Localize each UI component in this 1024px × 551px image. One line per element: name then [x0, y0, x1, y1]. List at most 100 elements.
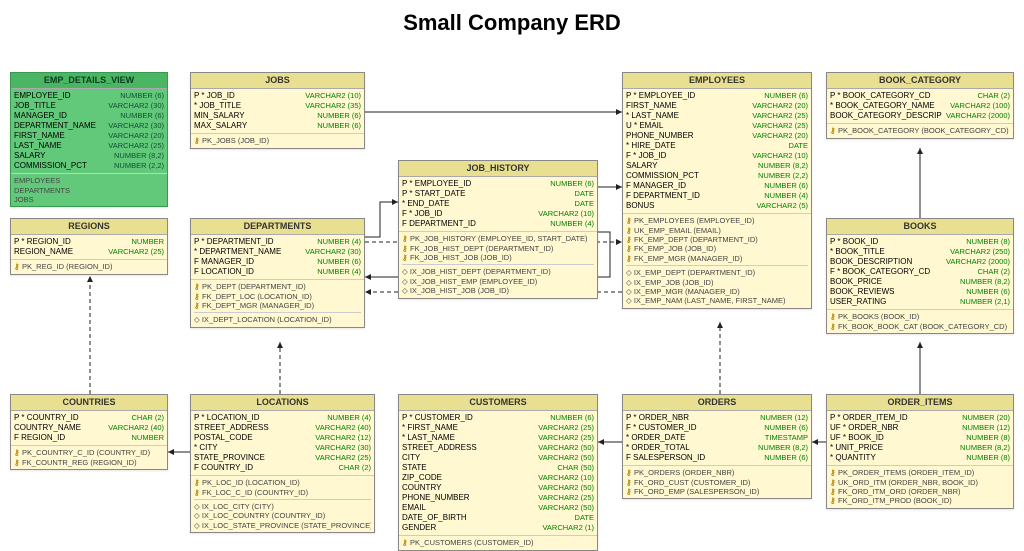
column-row: P * DEPARTMENT_IDNUMBER (4) — [194, 237, 361, 247]
column-row: DEPARTMENT_NAMEVARCHAR2 (30) — [14, 121, 164, 131]
entity-keys: ⚷PK_DEPT (DEPARTMENT_ID)⚷FK_DEPT_LOC (LO… — [191, 280, 364, 327]
column-row: UF * BOOK_IDNUMBER (8) — [830, 433, 1010, 443]
column-row: P * REGION_IDNUMBER — [14, 237, 164, 247]
column-row: P * BOOK_CATEGORY_CDCHAR (2) — [830, 91, 1010, 101]
column-row: * ORDER_TOTALNUMBER (8,2) — [626, 443, 808, 453]
column-row: * LAST_NAMEVARCHAR2 (25) — [402, 433, 594, 443]
entity-columns: P * EMPLOYEE_IDNUMBER (6)P * START_DATED… — [399, 177, 597, 232]
column-row: F LOCATION_IDNUMBER (4) — [194, 267, 361, 277]
entity-header: BOOKS — [827, 219, 1013, 235]
column-row: P * EMPLOYEE_IDNUMBER (6) — [402, 179, 594, 189]
column-row: CITYVARCHAR2 (50) — [402, 453, 594, 463]
entity-keys: ⚷PK_LOC_ID (LOCATION_ID)⚷FK_LOC_C_ID (CO… — [191, 476, 374, 532]
column-row: F COUNTRY_IDCHAR (2) — [194, 463, 371, 473]
column-row: REGION_NAMEVARCHAR2 (25) — [14, 247, 164, 257]
entity-header: REGIONS — [11, 219, 167, 235]
column-row: * LAST_NAMEVARCHAR2 (25) — [626, 111, 808, 121]
entity-locations[interactable]: LOCATIONSP * LOCATION_IDNUMBER (4) STREE… — [190, 394, 375, 533]
column-row: F MANAGER_IDNUMBER (6) — [194, 257, 361, 267]
column-row: UF * ORDER_NBRNUMBER (12) — [830, 423, 1010, 433]
entity-keys: ⚷PK_EMPLOYEES (EMPLOYEE_ID)⚷UK_EMP_EMAIL… — [623, 214, 811, 307]
entity-emp_details_view[interactable]: EMP_DETAILS_VIEWEMPLOYEE_IDNUMBER (6)JOB… — [10, 72, 168, 207]
entity-customers[interactable]: CUSTOMERSP * CUSTOMER_IDNUMBER (6)* FIRS… — [398, 394, 598, 551]
column-row: F * JOB_IDVARCHAR2 (10) — [402, 209, 594, 219]
column-row: * FIRST_NAMEVARCHAR2 (25) — [402, 423, 594, 433]
entity-countries[interactable]: COUNTRIESP * COUNTRY_IDCHAR (2) COUNTRY_… — [10, 394, 168, 470]
entity-keys: ⚷PK_ORDERS (ORDER_NBR)⚷FK_ORD_CUST (CUST… — [623, 466, 811, 498]
column-row: COUNTRY_NAMEVARCHAR2 (40) — [14, 423, 164, 433]
entity-keys: ⚷PK_JOBS (JOB_ID) — [191, 134, 364, 147]
column-row: STREET_ADDRESSVARCHAR2 (40) — [194, 423, 371, 433]
entity-job_history[interactable]: JOB_HISTORYP * EMPLOYEE_IDNUMBER (6)P * … — [398, 160, 598, 299]
column-row: SALARYNUMBER (8,2) — [626, 161, 808, 171]
entity-columns: P * REGION_IDNUMBER REGION_NAMEVARCHAR2 … — [11, 235, 167, 260]
entity-header: JOBS — [191, 73, 364, 89]
column-row: BOOK_REVIEWSNUMBER (6) — [830, 287, 1010, 297]
entity-keys: ⚷PK_BOOK_CATEGORY (BOOK_CATEGORY_CD) — [827, 124, 1013, 137]
column-row: F SALESPERSON_IDNUMBER (6) — [626, 453, 808, 463]
entity-header: COUNTRIES — [11, 395, 167, 411]
diagram-canvas: EMP_DETAILS_VIEWEMPLOYEE_IDNUMBER (6)JOB… — [0, 42, 1024, 532]
entity-keys: ⚷PK_COUNTRY_C_ID (COUNTRY_ID)⚷FK_COUNTR_… — [11, 446, 167, 469]
column-row: P * COUNTRY_IDCHAR (2) — [14, 413, 164, 423]
column-row: F * JOB_IDVARCHAR2 (10) — [626, 151, 808, 161]
entity-regions[interactable]: REGIONSP * REGION_IDNUMBER REGION_NAMEVA… — [10, 218, 168, 275]
column-row: BOOK_CATEGORY_DESCRIPTIONVARCHAR2 (2000) — [830, 111, 1010, 121]
entity-order_items[interactable]: ORDER_ITEMSP * ORDER_ITEM_IDNUMBER (20)U… — [826, 394, 1014, 509]
column-row: ZIP_CODEVARCHAR2 (10) — [402, 473, 594, 483]
column-row: FIRST_NAMEVARCHAR2 (20) — [626, 101, 808, 111]
entity-columns: P * ORDER_NBRNUMBER (12)F * CUSTOMER_IDN… — [623, 411, 811, 466]
entity-orders[interactable]: ORDERSP * ORDER_NBRNUMBER (12)F * CUSTOM… — [622, 394, 812, 499]
entity-header: EMP_DETAILS_VIEW — [11, 73, 167, 89]
entity-departments[interactable]: DEPARTMENTSP * DEPARTMENT_IDNUMBER (4)* … — [190, 218, 365, 328]
entity-columns: P * DEPARTMENT_IDNUMBER (4)* DEPARTMENT_… — [191, 235, 364, 280]
entity-header: LOCATIONS — [191, 395, 374, 411]
column-row: EMAILVARCHAR2 (50) — [402, 503, 594, 513]
column-row: SALARYNUMBER (8,2) — [14, 151, 164, 161]
column-row: STATECHAR (50) — [402, 463, 594, 473]
column-row: P * JOB_IDVARCHAR2 (10) — [194, 91, 361, 101]
column-row: F * CUSTOMER_IDNUMBER (6) — [626, 423, 808, 433]
entity-jobs[interactable]: JOBSP * JOB_IDVARCHAR2 (10)* JOB_TITLEVA… — [190, 72, 365, 149]
column-row: BOOK_DESCRIPTIONVARCHAR2 (2000) — [830, 257, 1010, 267]
column-row: P * EMPLOYEE_IDNUMBER (6) — [626, 91, 808, 101]
column-row: * QUANTITYNUMBER (8) — [830, 453, 1010, 463]
column-row: P * ORDER_NBRNUMBER (12) — [626, 413, 808, 423]
entity-columns: P * CUSTOMER_IDNUMBER (6)* FIRST_NAMEVAR… — [399, 411, 597, 536]
column-row: MIN_SALARYNUMBER (6) — [194, 111, 361, 121]
column-row: * HIRE_DATEDATE — [626, 141, 808, 151]
column-row: COUNTRYVARCHAR2 (50) — [402, 483, 594, 493]
column-row: COMMISSION_PCTNUMBER (2,2) — [14, 161, 164, 171]
entity-header: BOOK_CATEGORY — [827, 73, 1013, 89]
column-row: PHONE_NUMBERVARCHAR2 (20) — [626, 131, 808, 141]
column-row: * BOOK_TITLEVARCHAR2 (250) — [830, 247, 1010, 257]
column-row: DATE_OF_BIRTHDATE — [402, 513, 594, 523]
column-row: BOOK_PRICENUMBER (8,2) — [830, 277, 1010, 287]
column-row: * UNIT_PRICENUMBER (8,2) — [830, 443, 1010, 453]
entity-columns: P * ORDER_ITEM_IDNUMBER (20)UF * ORDER_N… — [827, 411, 1013, 466]
column-row: F MANAGER_IDNUMBER (6) — [626, 181, 808, 191]
entity-books[interactable]: BOOKSP * BOOK_IDNUMBER (8)* BOOK_TITLEVA… — [826, 218, 1014, 334]
entity-header: CUSTOMERS — [399, 395, 597, 411]
column-row: LAST_NAMEVARCHAR2 (25) — [14, 141, 164, 151]
column-row: F DEPARTMENT_IDNUMBER (4) — [626, 191, 808, 201]
entity-columns: P * LOCATION_IDNUMBER (4) STREET_ADDRESS… — [191, 411, 374, 476]
entity-keys: ⚷PK_BOOKS (BOOK_ID)⚷FK_BOOK_BOOK_CAT (BO… — [827, 310, 1013, 333]
entity-columns: P * JOB_IDVARCHAR2 (10)* JOB_TITLEVARCHA… — [191, 89, 364, 134]
entity-columns: P * EMPLOYEE_IDNUMBER (6) FIRST_NAMEVARC… — [623, 89, 811, 214]
entity-employees[interactable]: EMPLOYEESP * EMPLOYEE_IDNUMBER (6) FIRST… — [622, 72, 812, 309]
column-row: POSTAL_CODEVARCHAR2 (12) — [194, 433, 371, 443]
column-row: F DEPARTMENT_IDNUMBER (4) — [402, 219, 594, 229]
entity-columns: P * BOOK_CATEGORY_CDCHAR (2)* BOOK_CATEG… — [827, 89, 1013, 124]
entity-keys: ⚷PK_ORDER_ITEMS (ORDER_ITEM_ID)⚷UK_ORD_I… — [827, 466, 1013, 508]
entity-columns: P * COUNTRY_IDCHAR (2) COUNTRY_NAMEVARCH… — [11, 411, 167, 446]
column-row: P * ORDER_ITEM_IDNUMBER (20) — [830, 413, 1010, 423]
entity-keys: ⚷PK_CUSTOMERS (CUSTOMER_ID) — [399, 536, 597, 549]
column-row: * END_DATEDATE — [402, 199, 594, 209]
entity-keys: ⚷PK_JOB_HISTORY (EMPLOYEE_ID, START_DATE… — [399, 232, 597, 297]
entity-header: ORDER_ITEMS — [827, 395, 1013, 411]
entity-header: DEPARTMENTS — [191, 219, 364, 235]
diagram-title: Small Company ERD — [0, 0, 1024, 42]
entity-book_category[interactable]: BOOK_CATEGORYP * BOOK_CATEGORY_CDCHAR (2… — [826, 72, 1014, 139]
column-row: * ORDER_DATETIMESTAMP — [626, 433, 808, 443]
